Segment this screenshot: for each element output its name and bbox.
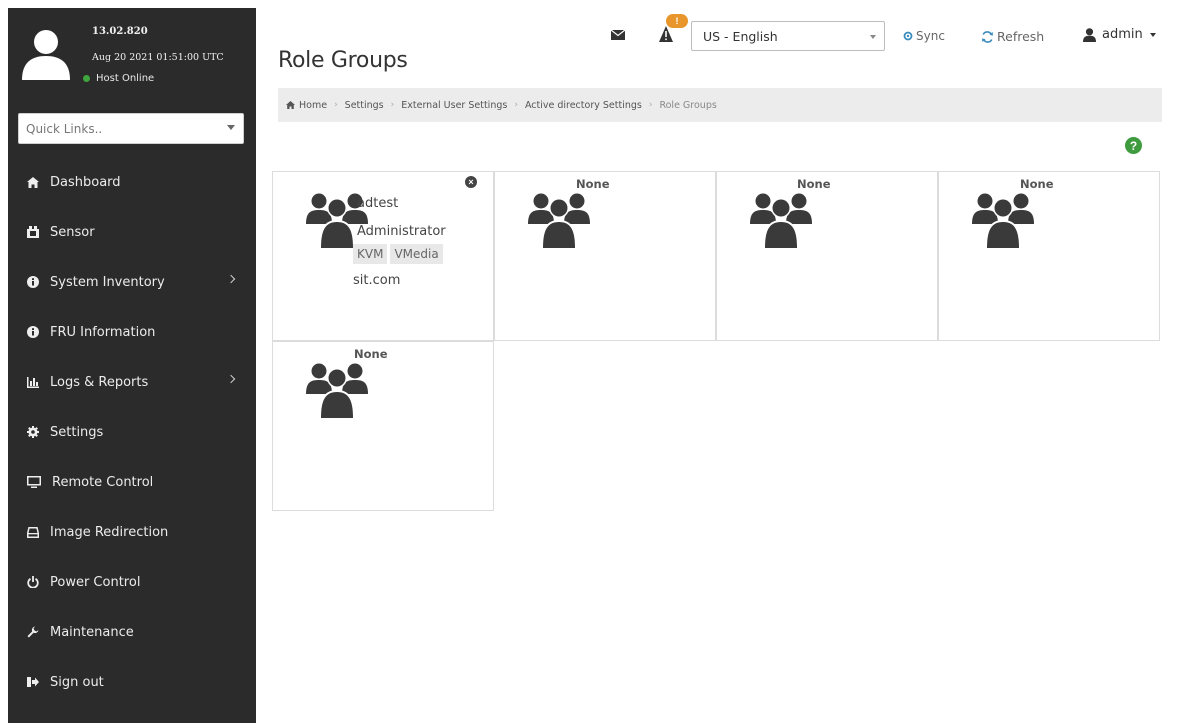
- sync-label: Sync: [916, 29, 945, 43]
- sync-button[interactable]: Sync: [903, 29, 945, 43]
- sidebar-item-label: FRU Information: [50, 324, 156, 340]
- host-status: Host Online: [83, 73, 154, 84]
- chevron-down-icon: [870, 35, 876, 39]
- info-icon: [27, 326, 39, 339]
- privilege-badge-vmedia: VMedia: [390, 244, 443, 264]
- sidebar-item-label: Maintenance: [50, 624, 134, 640]
- extended-privileges: KVM VMedia: [353, 244, 446, 264]
- users-group-icon: [306, 363, 368, 418]
- breadcrumb-separator: ›: [514, 100, 518, 110]
- help-icon[interactable]: ?: [1125, 137, 1142, 154]
- refresh-icon: [982, 30, 993, 43]
- sidebar-item-sensor[interactable]: Sensor: [8, 207, 256, 257]
- home-icon: [286, 101, 295, 109]
- dashboard-icon: [27, 176, 39, 189]
- sidebar-item-system-inventory[interactable]: System Inventory: [8, 257, 256, 307]
- breadcrumb-active-directory-settings[interactable]: Active directory Settings: [525, 100, 642, 111]
- users-group-icon: [528, 193, 590, 248]
- language-value: US - English: [703, 28, 778, 44]
- mail-icon[interactable]: [611, 30, 625, 40]
- sidebar-item-label: Logs & Reports: [50, 374, 149, 390]
- drive-icon: [27, 526, 39, 539]
- status-dot-icon: [83, 75, 90, 82]
- role-group-card[interactable]: None: [716, 171, 938, 341]
- sign-out-icon: [27, 676, 39, 689]
- chevron-down-icon: [1149, 32, 1156, 37]
- breadcrumb-current: Role Groups: [659, 99, 717, 111]
- sidebar-item-label: Settings: [50, 424, 104, 440]
- quick-links-select[interactable]: Quick Links..: [18, 113, 244, 144]
- host-status-label: Host Online: [96, 73, 155, 84]
- language-select[interactable]: US - English: [691, 21, 885, 51]
- refresh-button[interactable]: Refresh: [981, 29, 1044, 44]
- monitor-icon: [27, 476, 41, 489]
- role-group-name: None: [1020, 177, 1054, 191]
- sidebar-item-label: Dashboard: [50, 174, 121, 190]
- role-group-name: None: [797, 177, 831, 191]
- role-group-domain: sit.com: [353, 273, 401, 288]
- privilege-badge-kvm: KVM: [353, 244, 388, 264]
- user-avatar-icon: [22, 30, 70, 80]
- breadcrumb-separator: ›: [648, 100, 653, 110]
- chevron-down-icon: [227, 125, 235, 130]
- sidebar-item-label: Image Redirection: [50, 524, 169, 540]
- role-group-name: None: [354, 347, 388, 361]
- sidebar-item-settings[interactable]: Settings: [8, 407, 256, 457]
- users-group-icon: [750, 193, 812, 248]
- users-group-icon: [972, 193, 1034, 248]
- role-group-name: adtest: [357, 196, 399, 211]
- breadcrumb-external-user-settings[interactable]: External User Settings: [401, 100, 507, 111]
- sidebar-item-power-control[interactable]: Power Control: [8, 557, 256, 607]
- breadcrumb-separator: ›: [334, 100, 338, 110]
- role-group-name: None: [576, 177, 610, 191]
- gear-icon: [27, 426, 39, 439]
- sidebar-item-fru-information[interactable]: FRU Information: [8, 307, 256, 357]
- alert-icon[interactable]: [659, 26, 673, 42]
- info-icon: [27, 276, 39, 289]
- role-group-card[interactable]: None: [938, 171, 1160, 341]
- sidebar-item-dashboard[interactable]: Dashboard: [8, 157, 256, 207]
- refresh-label: Refresh: [997, 29, 1045, 44]
- chevron-right-icon: [226, 374, 236, 384]
- sidebar-nav: Dashboard Sensor System Inventory FRU In…: [8, 157, 256, 707]
- sidebar: 13.02.820 Aug 20 2021 01:51:00 UTC Host …: [8, 8, 256, 723]
- user-menu[interactable]: admin: [1083, 27, 1156, 42]
- role-group-privilege: Administrator: [357, 224, 446, 239]
- sidebar-item-label: Power Control: [50, 574, 141, 590]
- breadcrumb-settings[interactable]: Settings: [345, 100, 384, 111]
- sidebar-item-label: System Inventory: [50, 274, 165, 290]
- sidebar-item-maintenance[interactable]: Maintenance: [8, 607, 256, 657]
- quick-links-label: Quick Links..: [26, 121, 103, 136]
- user-icon: [1083, 27, 1096, 42]
- sidebar-item-logs-reports[interactable]: Logs & Reports: [8, 357, 256, 407]
- sidebar-item-label: Remote Control: [52, 474, 154, 490]
- sidebar-item-label: Sensor: [50, 224, 95, 240]
- delete-role-group-icon[interactable]: ×: [465, 176, 477, 188]
- sidebar-item-sign-out[interactable]: Sign out: [8, 657, 256, 707]
- breadcrumb-separator: ›: [390, 100, 395, 110]
- sensor-icon: [27, 226, 39, 239]
- role-group-card[interactable]: adtest Administrator KVM VMedia sit.com ×: [272, 171, 494, 341]
- power-icon: [27, 576, 39, 589]
- role-group-card[interactable]: None: [272, 341, 494, 511]
- user-name: admin: [1102, 27, 1143, 42]
- chevron-right-icon: [226, 274, 236, 284]
- sidebar-item-label: Sign out: [50, 674, 104, 690]
- sync-icon: [903, 31, 913, 41]
- page-title: Role Groups: [278, 48, 408, 73]
- system-datetime: Aug 20 2021 01:51:00 UTC: [92, 52, 224, 63]
- breadcrumb-home[interactable]: Home: [286, 100, 327, 111]
- sidebar-item-image-redirection[interactable]: Image Redirection: [8, 507, 256, 557]
- bar-chart-icon: [27, 376, 39, 389]
- alert-count-badge[interactable]: !: [666, 14, 688, 28]
- breadcrumb-home-label: Home: [299, 99, 328, 111]
- role-group-card[interactable]: None: [494, 171, 716, 341]
- firmware-version: 13.02.820: [92, 26, 148, 37]
- sidebar-item-remote-control[interactable]: Remote Control: [8, 457, 256, 507]
- breadcrumb: Home › Settings › External User Settings…: [278, 88, 1162, 122]
- profile-panel: 13.02.820 Aug 20 2021 01:51:00 UTC Host …: [8, 8, 256, 113]
- wrench-icon: [27, 626, 39, 639]
